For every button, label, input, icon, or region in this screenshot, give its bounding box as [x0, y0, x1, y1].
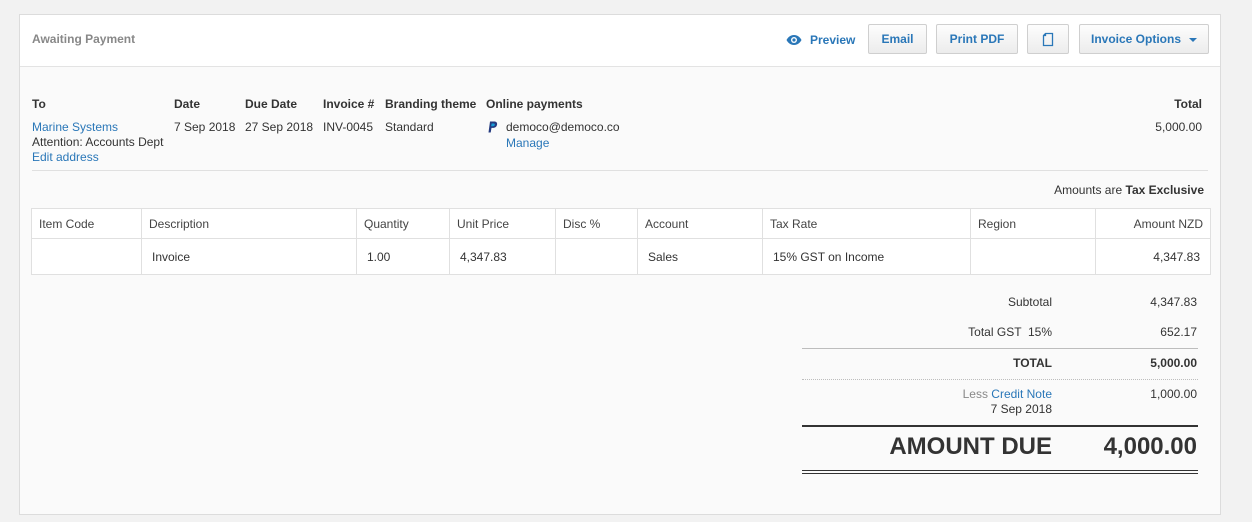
table-row[interactable]: Invoice 1.00 4,347.83 Sales 15% GST on I… — [31, 238, 1211, 275]
manage-payments-link[interactable]: Manage — [506, 136, 549, 150]
table-cell[interactable]: 4,347.83 — [449, 238, 556, 275]
totals-divider — [802, 348, 1198, 349]
amount-due-top-rule — [802, 425, 1198, 427]
invoice-total: 5,000.00 — [1155, 120, 1202, 134]
table-cell[interactable]: 15% GST on Income — [762, 238, 971, 275]
branding-theme-label: Branding theme — [385, 97, 477, 111]
less-label: Less — [962, 387, 988, 401]
copy-icon — [1042, 32, 1054, 46]
to-label: To — [32, 97, 46, 111]
line-items-table: Item Code Description Quantity Unit Pric… — [31, 208, 1211, 275]
column-header: Region — [970, 208, 1096, 239]
credit-note-amount[interactable]: 1,000.00 — [1057, 387, 1197, 401]
total-label: Total — [1174, 97, 1202, 111]
info-divider — [32, 170, 1208, 171]
amount-due-value: 4,000.00 — [1103, 433, 1197, 460]
invoice-options-label: Invoice Options — [1090, 32, 1181, 46]
email-button[interactable]: Email — [868, 24, 927, 54]
column-header: Amount NZD — [1095, 208, 1211, 239]
invoice-due-date: 27 Sep 2018 — [245, 120, 314, 134]
online-payment-account: democo@democo.co — [488, 120, 620, 134]
invoice-date: 7 Sep 2018 — [174, 120, 236, 134]
total-value: 5,000.00 — [1150, 356, 1197, 370]
due-date-label: Due Date — [245, 97, 298, 111]
credit-divider — [802, 379, 1198, 380]
column-header: Disc % — [555, 208, 638, 239]
copy-button[interactable] — [1027, 24, 1069, 54]
tax-mode-prefix: Amounts are — [1054, 183, 1123, 197]
table-cell[interactable] — [970, 238, 1096, 275]
amount-due-label: AMOUNT DUE — [889, 433, 1052, 460]
table-cell[interactable]: 4,347.83 — [1095, 238, 1211, 275]
column-header: Tax Rate — [762, 208, 971, 239]
credit-note-link[interactable]: Credit Note — [991, 387, 1052, 401]
total-label: TOTAL — [1013, 356, 1052, 370]
column-header: Account — [637, 208, 763, 239]
contact-name-link[interactable]: Marine Systems — [32, 120, 118, 134]
subtotal-value: 4,347.83 — [1150, 295, 1197, 309]
invoice-toolbar: Awaiting Payment Preview Email Print PDF… — [20, 15, 1220, 67]
paypal-icon — [488, 121, 498, 133]
table-cell[interactable] — [555, 238, 638, 275]
gst-value: 652.17 — [1160, 325, 1197, 339]
invoice-number: INV-0045 — [323, 120, 374, 134]
table-cell[interactable] — [31, 238, 142, 275]
subtotal-label: Subtotal — [1007, 295, 1052, 309]
date-label: Date — [174, 97, 201, 111]
branding-theme: Standard — [385, 120, 434, 134]
credit-note-date: 7 Sep 2018 — [990, 402, 1052, 416]
column-header: Description — [141, 208, 357, 239]
online-payment-email: democo@democo.co — [506, 120, 620, 134]
gst-label: Total GST 15% — [968, 325, 1052, 339]
preview-link[interactable]: Preview — [786, 31, 855, 49]
table-header-row: Item Code Description Quantity Unit Pric… — [31, 208, 1211, 239]
table-cell[interactable]: Invoice — [141, 238, 357, 275]
credit-note-line: Less Credit Note — [802, 387, 1052, 401]
edit-address-link[interactable]: Edit address — [32, 150, 99, 164]
column-header: Item Code — [31, 208, 142, 239]
invoice-options-button[interactable]: Invoice Options — [1079, 24, 1209, 54]
contact-attention: Attention: Accounts Dept — [32, 135, 164, 149]
eye-icon — [786, 35, 802, 45]
tax-mode: Tax Exclusive — [1125, 183, 1205, 197]
preview-label: Preview — [810, 33, 856, 47]
print-pdf-button[interactable]: Print PDF — [936, 24, 1018, 54]
amount-due-rule-2 — [802, 473, 1198, 474]
chevron-down-icon — [1189, 38, 1197, 42]
table-cell[interactable]: 1.00 — [356, 238, 450, 275]
column-header: Unit Price — [449, 208, 556, 239]
invoice-status: Awaiting Payment — [32, 32, 136, 46]
invoice-panel: Awaiting Payment Preview Email Print PDF… — [19, 14, 1221, 515]
online-payments-label: Online payments — [486, 97, 583, 111]
tax-mode-note: Amounts are Tax Exclusive — [1054, 183, 1204, 197]
column-header: Quantity — [356, 208, 450, 239]
invoice-number-label: Invoice # — [323, 97, 375, 111]
table-cell[interactable]: Sales — [637, 238, 763, 275]
amount-due-rule-1 — [802, 470, 1198, 471]
